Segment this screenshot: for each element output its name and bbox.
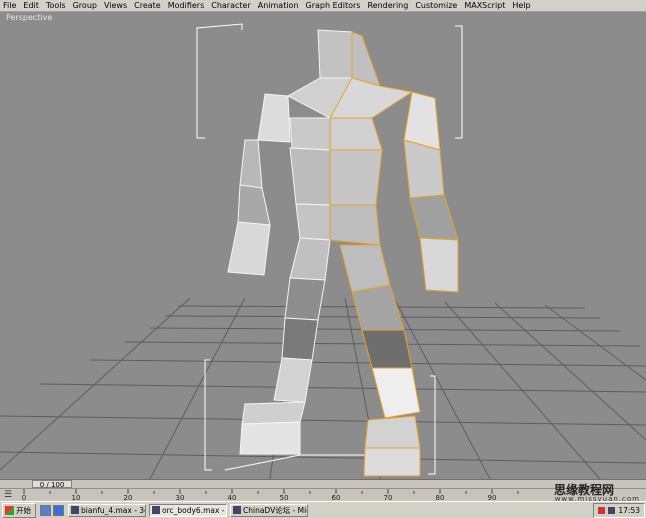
taskbar-button-label: orc_body6.max - ... [162,505,227,515]
menu-animation[interactable]: Animation [255,0,303,11]
frame-tick-label: 50 [280,494,289,501]
ground-grid [0,297,646,479]
menu-maxscript[interactable]: MAXScript [461,0,509,11]
trackbar-toggle-icon[interactable]: ☰ [4,490,12,500]
start-label: 开始 [16,505,31,515]
max-app-icon [152,506,160,514]
frame-tick-label: 90 [488,494,497,501]
menu-edit[interactable]: Edit [20,0,43,11]
time-slider-handle[interactable]: 0 / 100 [32,480,72,489]
trackbar[interactable]: ☰ 0 10 20 30 40 50 60 70 80 90 [0,488,646,501]
max-app-icon [71,506,79,514]
menu-help[interactable]: Help [509,0,534,11]
taskbar-button[interactable]: orc_body6.max - ... [149,503,227,517]
frame-tick-label: 10 [72,494,81,501]
menu-views[interactable]: Views [101,0,131,11]
tray-app-icon[interactable] [598,506,606,514]
taskbar-button-label: ChinaDV论坛 - Mic... [243,505,307,515]
time-slider-bar[interactable]: 0 / 100 [0,479,646,489]
menu-rendering[interactable]: Rendering [364,0,412,11]
frame-ruler: 0 10 20 30 40 50 60 70 80 90 [22,489,519,501]
frame-tick-label: 0 [22,494,26,501]
menu-graph-editors[interactable]: Graph Editors [303,0,365,11]
clock: 17:53 [618,505,640,515]
windows-taskbar: 开始 bianfu_4.max - 3d... orc_body6.max - .… [0,501,646,518]
system-tray: 17:53 [593,502,645,518]
windows-logo-icon [5,505,14,515]
taskbar-button-label: bianfu_4.max - 3d... [81,505,145,515]
frame-tick-label: 30 [176,494,185,501]
taskbar-button[interactable]: ChinaDV论坛 - Mic... [230,503,308,517]
volume-icon[interactable] [608,506,616,514]
taskbar-button[interactable]: bianfu_4.max - 3d... [68,503,146,517]
perspective-viewport[interactable]: Perspective [0,12,646,479]
menu-character[interactable]: Character [208,0,255,11]
desktop-icon[interactable] [40,504,51,516]
frame-tick-label: 70 [384,494,393,501]
browser-icon [233,506,241,514]
menu-tools[interactable]: Tools [43,0,70,11]
menu-customize[interactable]: Customize [412,0,461,11]
frame-tick-label: 60 [332,494,341,501]
viewport-scene[interactable] [0,12,646,479]
frame-tick-label: 80 [436,494,445,501]
menu-group[interactable]: Group [70,0,101,11]
menu-create[interactable]: Create [131,0,165,11]
viewport-label[interactable]: Perspective [6,13,52,22]
start-button[interactable]: 开始 [2,502,36,518]
frame-tick-label: 40 [228,494,237,501]
character-mesh [227,29,459,477]
ie-icon[interactable] [53,504,64,516]
quick-launch [40,504,64,516]
menu-modifiers[interactable]: Modifiers [165,0,209,11]
menu-bar: File Edit Tools Group Views Create Modifiers Ch… [0,0,646,12]
menu-file[interactable]: File [0,0,20,11]
frame-tick-label: 20 [124,494,133,501]
